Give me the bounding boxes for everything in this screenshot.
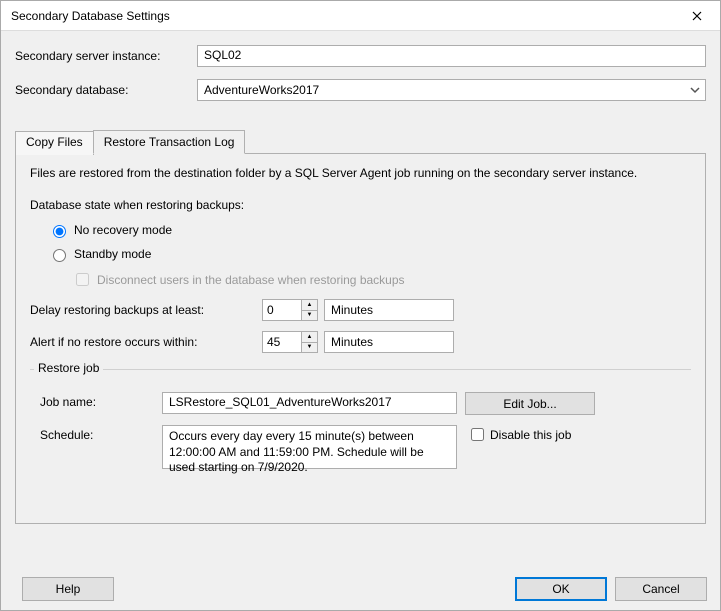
delay-label: Delay restoring backups at least: [30,303,262,317]
tab-restore-log[interactable]: Restore Transaction Log [93,130,246,154]
intro-text: Files are restored from the destination … [30,166,691,180]
delay-input[interactable] [263,300,301,320]
titlebar: Secondary Database Settings [1,1,720,31]
disable-job-row: Disable this job [467,425,571,444]
secondary-db-row: Secondary database: AdventureWorks2017 [15,79,706,101]
radio-no-recovery[interactable] [53,225,66,238]
alert-row: Alert if no restore occurs within: ▲ ▼ M… [30,331,691,353]
cancel-button[interactable]: Cancel [615,577,707,601]
delay-unit-select[interactable]: Minutes [324,299,454,321]
alert-up-icon[interactable]: ▲ [302,332,317,343]
tab-copy-files[interactable]: Copy Files [15,131,94,155]
server-instance-row: Secondary server instance: SQL02 [15,45,706,67]
restore-job-group: Restore job Job name: LSRestore_SQL01_Ad… [30,369,691,483]
schedule-row: Schedule: Occurs every day every 15 minu… [40,425,685,469]
server-instance-label: Secondary server instance: [15,49,197,63]
db-state-label: Database state when restoring backups: [30,198,691,212]
schedule-label: Schedule: [40,425,162,442]
alert-unit-value: Minutes [331,335,373,349]
delay-row: Delay restoring backups at least: ▲ ▼ Mi… [30,299,691,321]
alert-label: Alert if no restore occurs within: [30,335,262,349]
disconnect-users-row: Disconnect users in the database when re… [72,270,691,289]
delay-down-icon[interactable]: ▼ [302,311,317,321]
job-name-row: Job name: LSRestore_SQL01_AdventureWorks… [40,392,685,415]
alert-down-icon[interactable]: ▼ [302,343,317,353]
close-icon [692,8,702,24]
edit-job-button[interactable]: Edit Job... [465,392,595,415]
alert-spinner[interactable]: ▲ ▼ [262,331,318,353]
job-name-field[interactable]: LSRestore_SQL01_AdventureWorks2017 [162,392,457,414]
disable-job-label: Disable this job [490,428,571,442]
radio-standby-label: Standby mode [74,247,151,261]
tab-panel-restore: Files are restored from the destination … [15,154,706,524]
delay-spinner[interactable]: ▲ ▼ [262,299,318,321]
secondary-db-select[interactable]: AdventureWorks2017 [197,79,706,101]
radio-no-recovery-row: No recovery mode [48,222,691,238]
close-button[interactable] [674,1,720,31]
ok-button[interactable]: OK [515,577,607,601]
schedule-text: Occurs every day every 15 minute(s) betw… [162,425,457,469]
job-name-label: Job name: [40,392,162,409]
tabs: Copy Files Restore Transaction Log [15,129,706,154]
chevron-down-icon [689,84,701,96]
secondary-db-value: AdventureWorks2017 [204,83,319,97]
content-area: Secondary server instance: SQL02 Seconda… [1,31,720,534]
window-title: Secondary Database Settings [11,9,674,23]
disconnect-users-checkbox [76,273,89,286]
disable-job-checkbox[interactable] [471,428,484,441]
help-button[interactable]: Help [22,577,114,601]
secondary-db-label: Secondary database: [15,83,197,97]
delay-up-icon[interactable]: ▲ [302,300,317,311]
disconnect-users-label: Disconnect users in the database when re… [97,273,405,287]
alert-input[interactable] [263,332,301,352]
radio-no-recovery-label: No recovery mode [74,223,172,237]
radio-standby[interactable] [53,249,66,262]
radio-standby-row: Standby mode [48,246,691,262]
delay-unit-value: Minutes [331,303,373,317]
restore-job-legend: Restore job [34,361,103,375]
footer: Help OK Cancel [14,577,707,601]
alert-unit-select[interactable]: Minutes [324,331,454,353]
server-instance-field: SQL02 [197,45,706,67]
